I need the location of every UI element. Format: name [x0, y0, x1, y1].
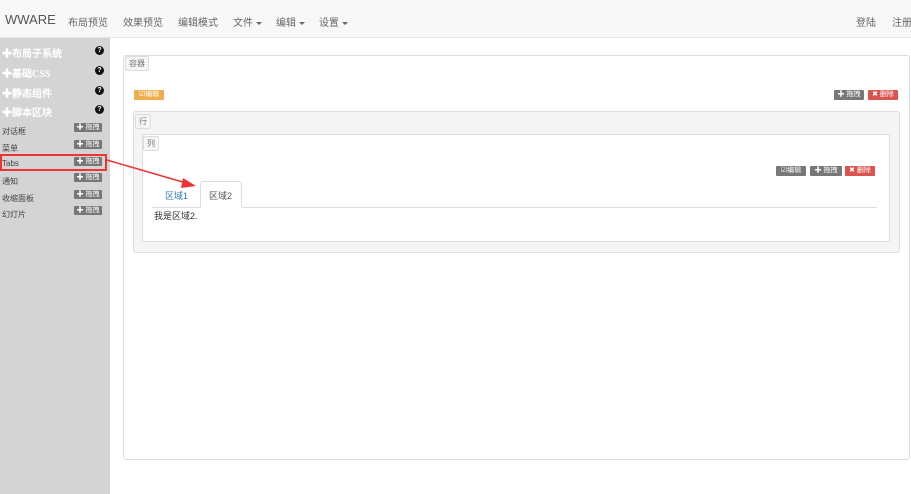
tab-divider: [152, 207, 877, 208]
nav-settings-menu[interactable]: 设置: [319, 14, 348, 29]
component-carousel: 幻灯片: [2, 210, 26, 219]
column-label: 列: [143, 136, 159, 151]
drag-button[interactable]: ✚ 拖拽: [810, 166, 842, 176]
drag-button[interactable]: ✚ 拖拽: [74, 190, 102, 199]
tab-content: 我是区域2.: [154, 211, 198, 221]
component-dialog: 对话框: [2, 127, 26, 136]
help-icon[interactable]: ?: [95, 105, 104, 114]
nav-edit-mode[interactable]: 编辑模式: [178, 14, 218, 29]
drag-button[interactable]: ✚ 拖拽: [74, 206, 102, 215]
delete-button[interactable]: ✖ 删除: [868, 90, 898, 100]
row-label: 行: [135, 114, 151, 129]
tab-region1[interactable]: 区域1: [165, 189, 188, 202]
help-icon[interactable]: ?: [95, 66, 104, 75]
drag-button[interactable]: ✚ 拖拽: [74, 140, 102, 149]
column-container[interactable]: [142, 134, 890, 242]
top-navbar: WWARE 布局预览 效果预览 编辑模式 文件 编辑 设置 登陆 注册: [0, 0, 911, 38]
delete-button[interactable]: ✖ 删除: [845, 166, 875, 176]
component-accordion: 收缩面板: [2, 194, 34, 203]
nav-settings-label: 设置: [319, 18, 339, 29]
caret-down-icon: [256, 21, 262, 25]
component-menu: 菜单: [2, 144, 18, 153]
tab-region2[interactable]: 区域2: [209, 189, 232, 202]
section-script-blocks[interactable]: ✚脚本区块: [2, 104, 52, 119]
nav-effect-preview[interactable]: 效果预览: [123, 14, 163, 29]
brand-logo[interactable]: WWARE: [5, 12, 56, 27]
tabs-item-highlight: [0, 154, 107, 171]
nav-file-label: 文件: [233, 18, 253, 29]
container-label: 容器: [125, 56, 149, 71]
edit-button[interactable]: ☑编辑: [776, 166, 806, 176]
section-static-components[interactable]: ✚静态组件: [2, 85, 52, 100]
drag-button[interactable]: ✚ 拖拽: [834, 90, 864, 100]
nav-file-menu[interactable]: 文件: [233, 14, 262, 29]
drag-button[interactable]: ✚ 拖拽: [74, 123, 102, 132]
caret-down-icon: [342, 21, 348, 25]
caret-down-icon: [299, 21, 305, 25]
nav-register[interactable]: 注册: [892, 14, 911, 29]
drag-button[interactable]: ✚ 拖拽: [74, 173, 102, 182]
component-notification: 通知: [2, 177, 18, 186]
nav-edit-menu[interactable]: 编辑: [276, 14, 305, 29]
nav-edit-label: 编辑: [276, 18, 296, 29]
edit-button[interactable]: ☑编辑: [134, 90, 164, 100]
nav-login[interactable]: 登陆: [856, 14, 876, 29]
section-layout-system[interactable]: ✚布局子系统: [2, 45, 62, 60]
section-basic-css[interactable]: ✚基础CSS: [2, 65, 50, 80]
nav-layout-preview[interactable]: 布局预览: [68, 14, 108, 29]
help-icon[interactable]: ?: [95, 46, 104, 55]
help-icon[interactable]: ?: [95, 86, 104, 95]
